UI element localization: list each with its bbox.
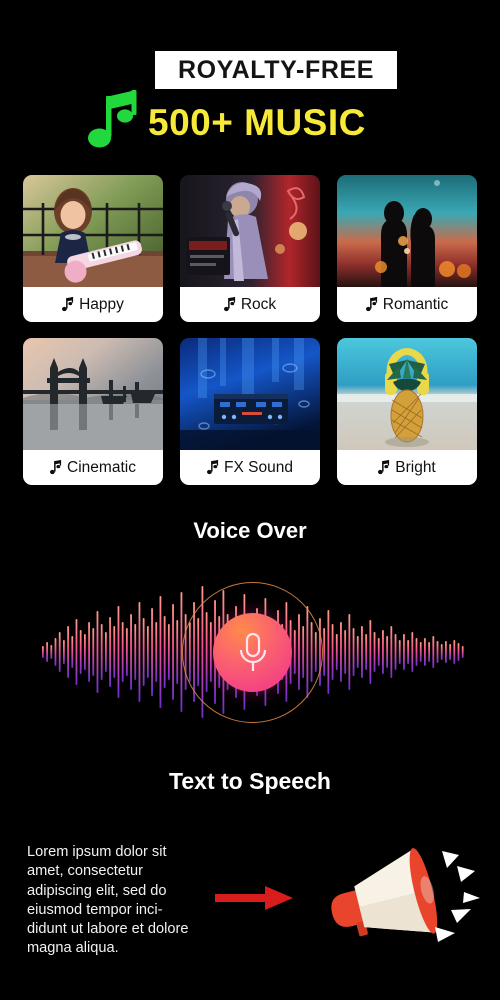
promo-page: ROYALTY-FREE 500+ MUSIC Happy Rock Roman…	[0, 0, 500, 1000]
royalty-free-badge: ROYALTY-FREE	[155, 51, 397, 89]
category-label-text: Rock	[240, 295, 277, 313]
music-note-icon	[223, 297, 235, 312]
music-category-grid: Happy Rock Romantic Cinematic FX Sound B…	[23, 175, 477, 485]
music-headline-label: 500+ MUSIC	[148, 101, 366, 143]
music-note-icon	[50, 460, 62, 475]
category-image-happy	[23, 175, 163, 287]
category-image-rock	[180, 175, 320, 287]
category-label-text: Cinematic	[67, 458, 136, 476]
megaphone-icon	[331, 848, 480, 942]
category-label-fx-sound: FX Sound	[180, 450, 320, 485]
category-label-cinematic: Cinematic	[23, 450, 163, 485]
microphone-button[interactable]	[213, 613, 292, 692]
header: ROYALTY-FREE 500+ MUSIC	[0, 0, 500, 168]
music-headline: 500+ MUSIC	[148, 98, 468, 146]
category-image-bright	[337, 338, 477, 450]
music-note-icon	[88, 90, 137, 148]
music-note-icon	[378, 460, 390, 475]
music-note-icon	[365, 297, 377, 312]
category-image-cinematic	[23, 338, 163, 450]
right-arrow-icon	[215, 886, 293, 910]
category-label-text: FX Sound	[224, 458, 293, 476]
category-image-fx-sound	[180, 338, 320, 450]
microphone-icon	[239, 632, 266, 671]
category-label-bright: Bright	[337, 450, 477, 485]
category-label-text: Happy	[79, 295, 124, 313]
category-card-fx-sound[interactable]: FX Sound	[180, 338, 320, 485]
category-label-text: Bright	[395, 458, 436, 476]
category-card-happy[interactable]: Happy	[23, 175, 163, 322]
category-card-romantic[interactable]: Romantic	[337, 175, 477, 322]
category-image-romantic	[337, 175, 477, 287]
music-note-icon	[62, 297, 74, 312]
category-label-rock: Rock	[180, 287, 320, 322]
text-to-speech-body: Lorem ipsum dolor sit amet, consectetur …	[27, 844, 189, 957]
voice-over-title: Voice Over	[193, 518, 307, 543]
royalty-free-label: ROYALTY-FREE	[177, 55, 375, 84]
category-label-text: Romantic	[382, 295, 449, 313]
category-card-cinematic[interactable]: Cinematic	[23, 338, 163, 485]
category-card-bright[interactable]: Bright	[337, 338, 477, 485]
category-card-rock[interactable]: Rock	[180, 175, 320, 322]
category-label-romantic: Romantic	[337, 287, 477, 322]
text-to-speech-title: Text to Speech	[169, 768, 331, 794]
music-note-icon	[207, 460, 219, 475]
category-label-happy: Happy	[23, 287, 163, 322]
